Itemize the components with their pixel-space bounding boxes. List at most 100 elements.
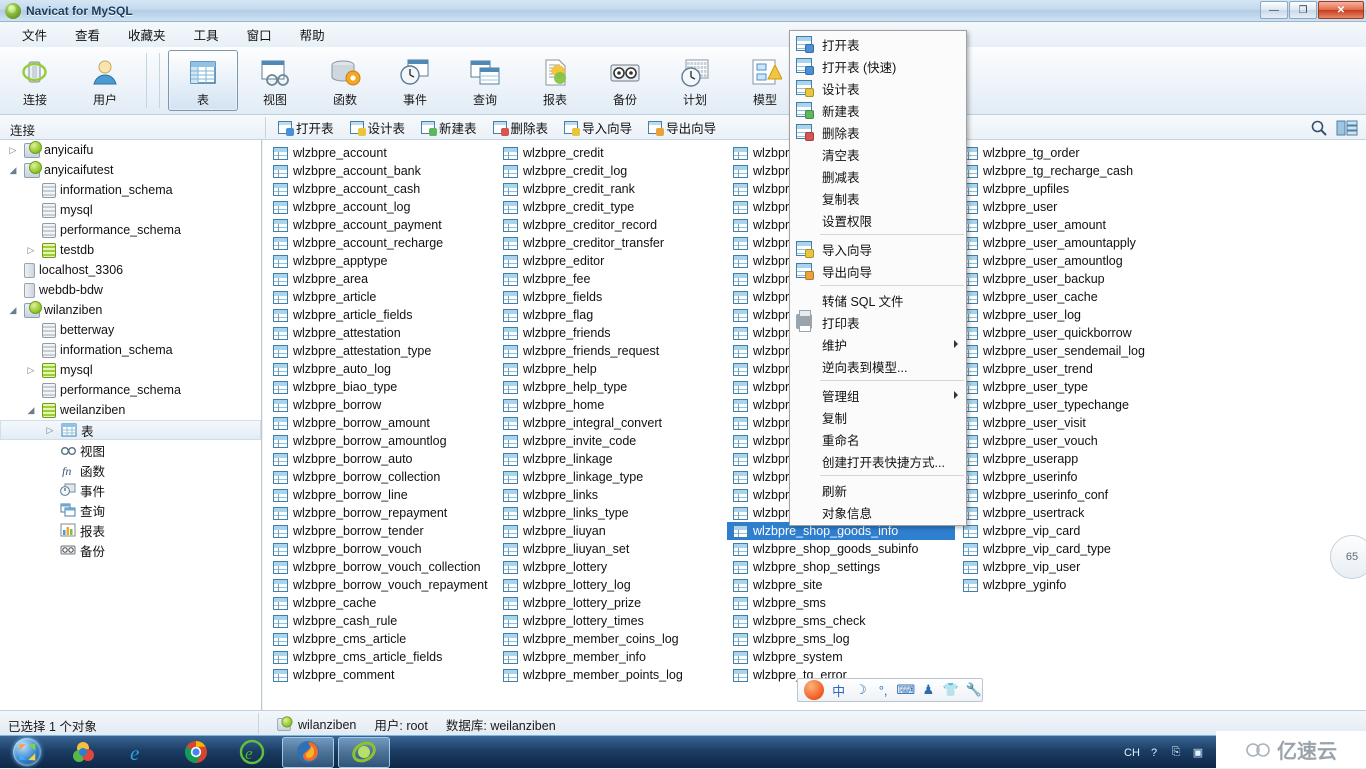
chevron-down-icon[interactable]: ◢ bbox=[24, 403, 38, 417]
tray-language-indicator[interactable]: CH bbox=[1124, 745, 1140, 761]
table-context-menu[interactable]: 打开表打开表 (快速)设计表新建表删除表清空表删减表复制表设置权限导入向导导出向… bbox=[789, 30, 967, 526]
table-list-item[interactable]: wlzbpre_article bbox=[267, 288, 495, 306]
table-list-item[interactable]: wlzbpre_member_info bbox=[497, 648, 725, 666]
table-list-item[interactable]: wlzbpre_user_quickborrow bbox=[957, 324, 1185, 342]
table-list-item[interactable]: wlzbpre_help bbox=[497, 360, 725, 378]
table-list-item[interactable]: wlzbpre_friends bbox=[497, 324, 725, 342]
table-list-item[interactable]: wlzbpre_links_type bbox=[497, 504, 725, 522]
taskbar-item-firefox[interactable] bbox=[282, 737, 334, 768]
tree-node-performance_schema[interactable]: ▷performance_schema bbox=[0, 380, 261, 400]
tree-node-mysql[interactable]: ▷mysql bbox=[0, 360, 261, 380]
table-list-item[interactable]: wlzbpre_borrow_line bbox=[267, 486, 495, 504]
menu-view[interactable]: 查看 bbox=[61, 22, 114, 47]
tree-node-wilanziben[interactable]: ◢wilanziben bbox=[0, 300, 261, 320]
toolbar-button-schedule[interactable]: 计划 bbox=[660, 47, 730, 114]
tree-node-[interactable]: ▷报表 bbox=[0, 520, 261, 540]
table-list-item[interactable]: wlzbpre_article_fields bbox=[267, 306, 495, 324]
tree-node-[interactable]: ▷fn函数 bbox=[0, 460, 261, 480]
table-list-item[interactable]: wlzbpre_borrow_amount bbox=[267, 414, 495, 432]
context-menu-item[interactable]: 设置权限 bbox=[790, 209, 966, 231]
obj-button-new-table[interactable]: 新建表 bbox=[415, 116, 483, 139]
table-list-item[interactable]: wlzbpre_user_backup bbox=[957, 270, 1185, 288]
table-list-item[interactable]: wlzbpre_borrow_amountlog bbox=[267, 432, 495, 450]
obj-button-design-table[interactable]: 设计表 bbox=[344, 116, 412, 139]
table-list-item[interactable]: wlzbpre_borrow_vouch_repayment bbox=[267, 576, 495, 594]
table-list-item[interactable]: wlzbpre_biao_type bbox=[267, 378, 495, 396]
table-list-item[interactable]: wlzbpre_cache bbox=[267, 594, 495, 612]
table-list-item[interactable]: wlzbpre_attestation bbox=[267, 324, 495, 342]
table-list-item[interactable]: wlzbpre_sms_log bbox=[727, 630, 955, 648]
minimize-button[interactable]: — bbox=[1260, 1, 1288, 19]
context-menu-item[interactable]: 清空表 bbox=[790, 143, 966, 165]
table-list-item[interactable]: wlzbpre_yginfo bbox=[957, 576, 1185, 594]
chevron-down-icon[interactable]: ◢ bbox=[6, 303, 20, 317]
taskbar-item-chrome[interactable] bbox=[170, 737, 222, 768]
toolbar-button-user[interactable]: 用户 bbox=[70, 47, 140, 114]
table-list-item[interactable]: wlzbpre_attestation_type bbox=[267, 342, 495, 360]
table-list-item[interactable]: wlzbpre_auto_log bbox=[267, 360, 495, 378]
table-list-item[interactable]: wlzbpre_borrow bbox=[267, 396, 495, 414]
tree-node-anyicaifu[interactable]: ▷anyicaifu bbox=[0, 140, 261, 160]
search-icon[interactable] bbox=[1310, 119, 1328, 137]
menu-file[interactable]: 文件 bbox=[8, 22, 61, 47]
tree-node-information_schema[interactable]: ▷information_schema bbox=[0, 340, 261, 360]
close-button[interactable]: ✕ bbox=[1318, 1, 1364, 19]
table-list-item[interactable]: wlzbpre_fee bbox=[497, 270, 725, 288]
table-list-item[interactable]: wlzbpre_user_amount bbox=[957, 216, 1185, 234]
ime-skin[interactable]: 👕 bbox=[943, 682, 959, 698]
ime-toolbar[interactable]: 中☽°,⌨♟👕🔧 bbox=[797, 678, 983, 702]
table-list-item[interactable]: wlzbpre_userapp bbox=[957, 450, 1185, 468]
ime-user[interactable]: ♟ bbox=[921, 682, 936, 698]
table-list-item[interactable]: wlzbpre_cms_article bbox=[267, 630, 495, 648]
maximize-button[interactable]: ❐ bbox=[1289, 1, 1317, 19]
context-menu-item[interactable]: 复制表 bbox=[790, 187, 966, 209]
table-list-item[interactable]: wlzbpre_user_cache bbox=[957, 288, 1185, 306]
table-list-item[interactable]: wlzbpre_user_sendemail_log bbox=[957, 342, 1185, 360]
menu-window[interactable]: 窗口 bbox=[233, 22, 286, 47]
table-list-item[interactable]: wlzbpre_creditor_transfer bbox=[497, 234, 725, 252]
context-menu-item[interactable]: 删除表 bbox=[790, 121, 966, 143]
table-list-item[interactable]: wlzbpre_liuyan_set bbox=[497, 540, 725, 558]
table-list-item[interactable]: wlzbpre_help_type bbox=[497, 378, 725, 396]
ime-toolbox[interactable]: 🔧 bbox=[966, 682, 982, 698]
table-list-item[interactable]: wlzbpre_linkage bbox=[497, 450, 725, 468]
table-list-item[interactable]: wlzbpre_linkage_type bbox=[497, 468, 725, 486]
table-list-item[interactable]: wlzbpre_account_log bbox=[267, 198, 495, 216]
floating-badge[interactable]: 65 bbox=[1330, 535, 1366, 579]
table-list-item[interactable]: wlzbpre_tg_recharge_cash bbox=[957, 162, 1185, 180]
table-list-item[interactable]: wlzbpre_account_payment bbox=[267, 216, 495, 234]
toolbar-button-table[interactable]: 表 bbox=[168, 50, 238, 111]
table-list-item[interactable]: wlzbpre_tg_order bbox=[957, 144, 1185, 162]
chevron-right-icon[interactable]: ▷ bbox=[6, 143, 20, 157]
table-list-item[interactable]: wlzbpre_credit_log bbox=[497, 162, 725, 180]
table-list-item[interactable]: wlzbpre_user_log bbox=[957, 306, 1185, 324]
tree-node-weilanziben[interactable]: ◢weilanziben bbox=[0, 400, 261, 420]
table-list-item[interactable]: wlzbpre_borrow_vouch bbox=[267, 540, 495, 558]
context-menu-item[interactable]: 重命名 bbox=[790, 428, 966, 450]
tree-node-information_schema[interactable]: ▷information_schema bbox=[0, 180, 261, 200]
object-tree-sidebar[interactable]: ▷anyicaifu◢anyicaifutest▷information_sch… bbox=[0, 140, 262, 710]
tree-node-performance_schema[interactable]: ▷performance_schema bbox=[0, 220, 261, 240]
table-list-item[interactable]: wlzbpre_cash_rule bbox=[267, 612, 495, 630]
context-menu-item[interactable]: 复制 bbox=[790, 406, 966, 428]
table-list-item[interactable]: wlzbpre_account_cash bbox=[267, 180, 495, 198]
table-list-item[interactable]: wlzbpre_apptype bbox=[267, 252, 495, 270]
table-list-item[interactable]: wlzbpre_user_visit bbox=[957, 414, 1185, 432]
tree-node-webdbbdw[interactable]: ▷webdb-bdw bbox=[0, 280, 261, 300]
tree-node-betterway[interactable]: ▷betterway bbox=[0, 320, 261, 340]
table-list-item[interactable]: wlzbpre_home bbox=[497, 396, 725, 414]
menu-favorites[interactable]: 收藏夹 bbox=[114, 22, 180, 47]
context-menu-item[interactable]: 删减表 bbox=[790, 165, 966, 187]
table-list-item[interactable]: wlzbpre_account_recharge bbox=[267, 234, 495, 252]
taskbar-item-360-browser[interactable]: e bbox=[226, 737, 278, 768]
taskbar-item-navicat[interactable] bbox=[338, 737, 390, 768]
context-menu-item[interactable]: 转储 SQL 文件 bbox=[790, 289, 966, 311]
context-menu-item[interactable]: 打开表 bbox=[790, 33, 966, 55]
context-menu-item[interactable]: 打开表 (快速) bbox=[790, 55, 966, 77]
toolbar-button-connection[interactable]: 连接 bbox=[0, 47, 70, 114]
context-menu-item[interactable]: 创建打开表快捷方式... bbox=[790, 450, 966, 472]
table-list-item[interactable]: wlzbpre_borrow_collection bbox=[267, 468, 495, 486]
table-list-item[interactable]: wlzbpre_borrow_repayment bbox=[267, 504, 495, 522]
toolbar-button-backup[interactable]: 备份 bbox=[590, 47, 660, 114]
tray-app-icon[interactable]: ▣ bbox=[1190, 745, 1206, 761]
